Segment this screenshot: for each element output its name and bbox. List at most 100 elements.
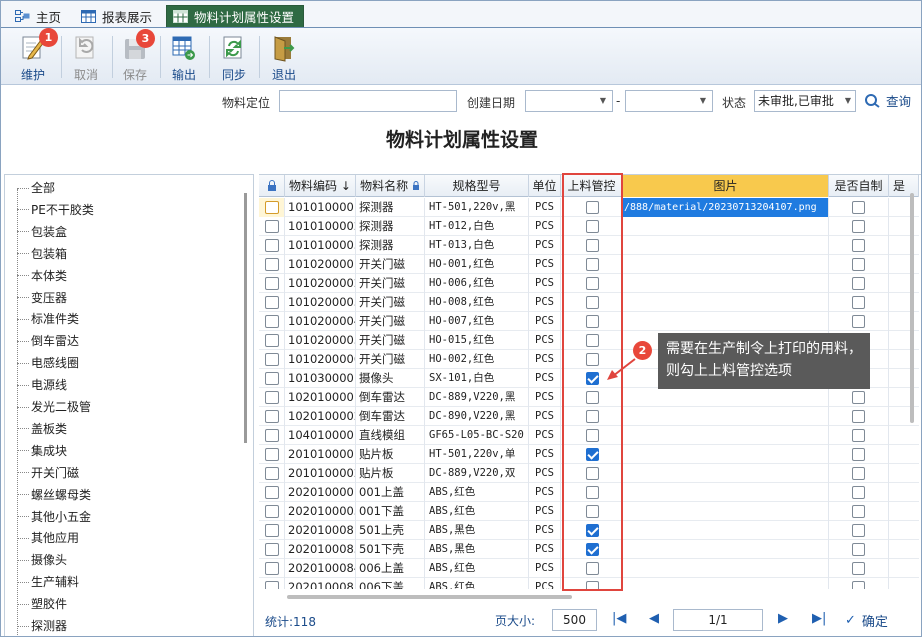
self-made-checkbox[interactable] <box>852 391 865 404</box>
cell-unit[interactable]: PCS <box>529 198 561 217</box>
cell-picture[interactable] <box>623 293 829 312</box>
cell-spec[interactable]: ABS,红色 <box>425 578 529 589</box>
cell-code[interactable]: 1010200005 <box>285 331 356 350</box>
table-row[interactable]: 1010200003 开关门磁 HO-008,红色 PCS <box>259 293 919 312</box>
cell-name[interactable]: 开关门磁 <box>356 255 425 274</box>
self-made-checkbox[interactable] <box>852 277 865 290</box>
cell-unit[interactable]: PCS <box>529 293 561 312</box>
row-checkbox[interactable] <box>265 486 279 499</box>
tree-item[interactable]: 全部 <box>17 178 55 198</box>
cell-spec[interactable]: HO-006,红色 <box>425 274 529 293</box>
cell-picture[interactable] <box>623 464 829 483</box>
cell-unit[interactable]: PCS <box>529 464 561 483</box>
feed-control-checkbox[interactable] <box>586 505 599 518</box>
table-row[interactable]: 2020100084 006上盖 ABS,红色 PCS <box>259 559 919 578</box>
tree-item[interactable]: 其他应用 <box>17 528 79 548</box>
tree-item[interactable]: 摄像头 <box>17 550 67 570</box>
feed-control-checkbox[interactable] <box>586 467 599 480</box>
confirm-button[interactable]: ✓ 确定 <box>845 611 888 630</box>
self-made-checkbox[interactable] <box>852 258 865 271</box>
cell-spec[interactable]: HT-013,白色 <box>425 236 529 255</box>
table-row[interactable]: 1040100001 直线模组 GF65-L05-BC-S20 PCS <box>259 426 919 445</box>
row-checkbox[interactable] <box>265 467 279 480</box>
cell-spec[interactable]: HO-002,红色 <box>425 350 529 369</box>
last-page-icon[interactable]: ▶| <box>812 611 826 626</box>
feed-control-checkbox[interactable] <box>586 277 599 290</box>
cell-spec[interactable]: DC-889,V220,双 <box>425 464 529 483</box>
cell-unit[interactable]: PCS <box>529 217 561 236</box>
tree-item[interactable]: 电源线 <box>17 375 67 395</box>
row-checkbox[interactable] <box>265 448 279 461</box>
feed-control-checkbox[interactable] <box>586 220 599 233</box>
cell-code[interactable]: 1010300001 <box>285 369 356 388</box>
status-select[interactable]: 未审批,已审批 ▼ <box>754 90 856 112</box>
cell-unit[interactable]: PCS <box>529 312 561 331</box>
cell-unit[interactable]: PCS <box>529 407 561 426</box>
cell-picture[interactable] <box>623 217 829 236</box>
cell-spec[interactable]: HO-015,红色 <box>425 331 529 350</box>
material-locate-input[interactable] <box>279 90 457 112</box>
tree-item[interactable]: 塑胶件 <box>17 594 67 614</box>
cell-spec[interactable]: HT-012,白色 <box>425 217 529 236</box>
chevron-down-icon[interactable]: ▼ <box>841 91 855 111</box>
table-row[interactable]: 2020100081 501上壳 ABS,黑色 PCS <box>259 521 919 540</box>
grid-horizontal-scrollbar[interactable] <box>287 595 572 599</box>
feed-control-checkbox[interactable] <box>586 353 599 366</box>
cell-picture[interactable] <box>623 255 829 274</box>
row-checkbox[interactable] <box>265 277 279 290</box>
cell-unit[interactable]: PCS <box>529 350 561 369</box>
tree-item[interactable]: 电感线圈 <box>17 353 79 373</box>
grid-vertical-scrollbar[interactable] <box>906 191 918 581</box>
table-row[interactable]: 2010100002 贴片板 DC-889,V220,双 PCS <box>259 464 919 483</box>
cell-picture[interactable] <box>623 483 829 502</box>
table-row[interactable]: 2020100083 501下壳 ABS,黑色 PCS <box>259 540 919 559</box>
tree-item[interactable]: 盖板类 <box>17 419 67 439</box>
row-checkbox[interactable] <box>265 543 279 556</box>
tree-item[interactable]: 其他小五金 <box>17 507 91 527</box>
tree-item[interactable]: 标准件类 <box>17 309 79 329</box>
row-checkbox[interactable] <box>265 258 279 271</box>
cell-spec[interactable]: HO-001,红色 <box>425 255 529 274</box>
feed-control-checkbox[interactable] <box>586 562 599 575</box>
table-row[interactable]: 1010200004 开关门磁 HO-007,红色 PCS <box>259 312 919 331</box>
table-row[interactable]: 1010200001 开关门磁 HO-001,红色 PCS <box>259 255 919 274</box>
chevron-down-icon[interactable]: ▼ <box>594 91 612 111</box>
first-page-icon[interactable]: |◀ <box>612 611 626 626</box>
row-checkbox[interactable] <box>265 353 279 366</box>
exit-button[interactable]: 退出 <box>260 30 308 82</box>
feed-control-checkbox[interactable] <box>586 239 599 252</box>
cell-name[interactable]: 倒车雷达 <box>356 388 425 407</box>
feed-control-checkbox[interactable] <box>586 524 599 537</box>
self-made-checkbox[interactable] <box>852 201 865 214</box>
self-made-checkbox[interactable] <box>852 429 865 442</box>
cell-unit[interactable]: PCS <box>529 274 561 293</box>
cell-unit[interactable]: PCS <box>529 483 561 502</box>
cell-name[interactable]: 探测器 <box>356 198 425 217</box>
cell-unit[interactable]: PCS <box>529 521 561 540</box>
self-made-checkbox[interactable] <box>852 410 865 423</box>
cell-name[interactable]: 摄像头 <box>356 369 425 388</box>
cancel-button[interactable]: 取消 <box>62 30 110 82</box>
cell-name[interactable]: 501下壳 <box>356 540 425 559</box>
cell-name[interactable]: 001下盖 <box>356 502 425 521</box>
cell-code[interactable]: 1010200006 <box>285 350 356 369</box>
tree-item[interactable]: 开关门磁 <box>17 463 79 483</box>
cell-spec[interactable]: SX-101,白色 <box>425 369 529 388</box>
cell-code[interactable]: 1010100001 <box>285 198 356 217</box>
cell-unit[interactable]: PCS <box>529 331 561 350</box>
feed-control-checkbox[interactable] <box>586 372 599 385</box>
table-row[interactable]: 1020100001 倒车雷达 DC-889,V220,黑 PCS <box>259 388 919 407</box>
tree-item[interactable]: PE不干胶类 <box>17 200 94 220</box>
tab-report[interactable]: 报表展示 <box>75 5 158 27</box>
feed-control-checkbox[interactable] <box>586 334 599 347</box>
row-checkbox[interactable] <box>265 410 279 423</box>
tree-item[interactable]: 包装箱 <box>17 244 67 264</box>
row-checkbox[interactable] <box>265 524 279 537</box>
prev-page-icon[interactable]: ◀ <box>649 611 659 626</box>
tree-item[interactable]: 发光二极管 <box>17 397 91 417</box>
chevron-down-icon[interactable]: ▼ <box>694 91 712 111</box>
feed-control-checkbox[interactable] <box>586 486 599 499</box>
cell-code[interactable]: 1010200003 <box>285 293 356 312</box>
row-checkbox[interactable] <box>265 372 279 385</box>
column-header-picture[interactable]: 图片 <box>623 175 829 197</box>
